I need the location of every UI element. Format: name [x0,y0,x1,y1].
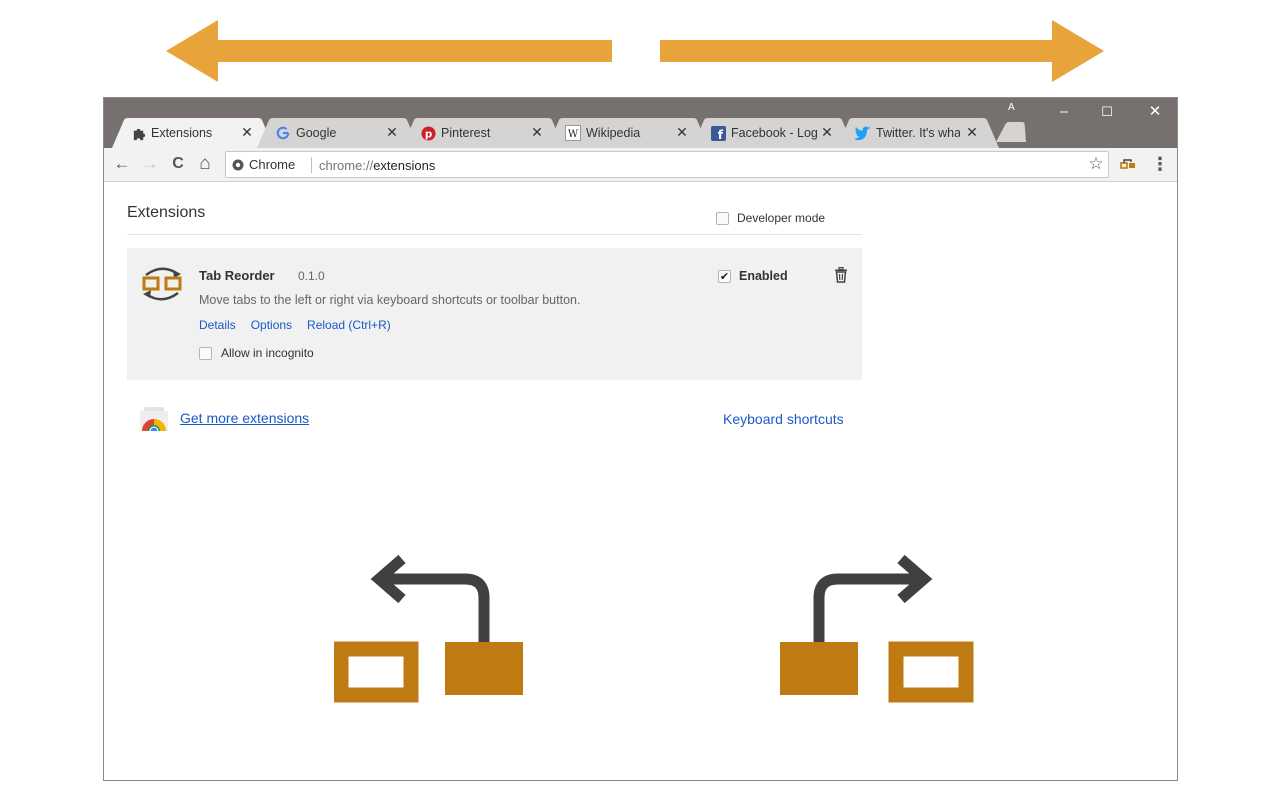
tab-facebook[interactable]: f Facebook - Log ✕ [692,118,854,148]
tab-title: Facebook - Log [731,126,818,140]
twitter-icon [855,125,871,141]
keyboard-shortcuts-link[interactable]: Keyboard shortcuts [723,411,844,427]
left-arrow-icon [166,20,612,82]
tab-google[interactable]: Google ✕ [257,118,419,148]
tab-title: Pinterest [441,126,491,140]
url-path: extensions [373,158,436,173]
extension-name: Tab Reorder [199,268,275,283]
tab-title: Wikipedia [586,126,641,140]
back-button[interactable]: ← [112,154,132,174]
tab-close-button[interactable]: ✕ [675,124,689,140]
extension-version: 0.1.0 [298,269,325,283]
trash-icon[interactable] [834,267,848,283]
tab-title: Google [296,126,337,140]
tab-close-button[interactable]: ✕ [240,124,254,140]
divider [127,234,862,235]
address-bar[interactable]: Chrome chrome://extensions [225,151,1109,178]
tab-close-button[interactable]: ✕ [965,124,979,140]
reload-button[interactable]: C [168,154,188,174]
get-more-extensions-link[interactable]: Get more extensions [180,410,309,426]
tab-pinterest[interactable]: p Pinterest ✕ [402,118,564,148]
menu-icon[interactable]: ⋮ [1150,154,1170,174]
close-window-button[interactable]: ✕ [1145,104,1165,120]
chip-label: Chrome [249,157,296,172]
bookmark-star-icon[interactable]: ☆ [1086,154,1106,174]
extension-card: Tab Reorder 0.1.0 Move tabs to the left … [127,248,862,380]
tab-reorder-extension-icon [142,267,182,301]
tab-close-button[interactable]: ✕ [530,124,544,140]
options-link[interactable]: Options [251,318,292,332]
maximize-button[interactable]: ☐ [1097,104,1117,120]
move-tab-left-illustration [334,554,523,703]
developer-mode-toggle[interactable]: Developer mode [716,211,825,225]
pinterest-icon: p [420,125,436,141]
tab-twitter[interactable]: Twitter. It's what ✕ [837,118,999,148]
extension-description: Move tabs to the left or right via keybo… [199,293,581,307]
toolbar: ← → C ⌂ Chrome chrome://extensions ☆ ⋮ [104,148,1177,182]
svg-text:f: f [717,128,723,141]
url-text[interactable]: chrome://extensions [319,158,435,173]
new-tab-button[interactable] [996,122,1030,142]
chrome-icon [232,159,244,170]
enabled-checkbox[interactable]: ✔ [718,269,731,283]
chrome-web-store-icon [140,407,168,431]
tab-reorder-extension-icon[interactable] [1118,154,1138,174]
details-link[interactable]: Details [199,318,236,332]
tab-wikipedia[interactable]: W Wikipedia ✕ [547,118,709,148]
minimize-button[interactable]: – [1054,104,1074,120]
extension-links: Details Options Reload (Ctrl+R) [199,318,391,332]
extensions-page: Extensions Developer mode Tab Reorder 0.… [104,183,1177,780]
allow-incognito-toggle[interactable]: Allow in incognito [199,346,314,360]
svg-text:W: W [568,129,579,140]
enabled-label: Enabled [739,269,788,283]
page-title: Extensions [127,204,206,221]
allow-incognito-label: Allow in incognito [221,346,314,360]
home-button[interactable]: ⌂ [195,153,215,174]
profile-badge[interactable]: A [1008,102,1015,113]
right-arrow-icon [660,20,1104,82]
facebook-icon: f [710,125,726,141]
tab-close-button[interactable]: ✕ [385,124,399,140]
wikipedia-icon: W [565,125,581,141]
title-bar: Extensions ✕ Google ✕ p Pinterest ✕ W Wi… [104,98,1177,148]
security-chip[interactable]: Chrome [232,157,295,172]
svg-text:p: p [424,128,431,140]
tab-title: Twitter. It's what [876,126,960,140]
address-separator [311,157,312,173]
url-scheme: chrome:// [319,158,374,173]
move-tab-right-illustration [780,554,974,703]
browser-window: Extensions ✕ Google ✕ p Pinterest ✕ W Wi… [103,97,1178,781]
enabled-toggle[interactable]: ✔ Enabled [718,269,788,283]
get-more-extensions[interactable]: Get more extensions [140,405,309,431]
tab-close-button[interactable]: ✕ [820,124,834,140]
reload-link[interactable]: Reload (Ctrl+R) [307,318,391,332]
puzzle-icon [130,125,146,141]
forward-button[interactable]: → [140,154,160,174]
developer-mode-label: Developer mode [737,211,826,225]
tab-title: Extensions [151,126,213,140]
tab-extensions[interactable]: Extensions ✕ [112,118,274,148]
developer-mode-checkbox[interactable] [716,211,729,225]
allow-incognito-checkbox[interactable] [199,346,212,360]
google-icon [275,125,291,141]
